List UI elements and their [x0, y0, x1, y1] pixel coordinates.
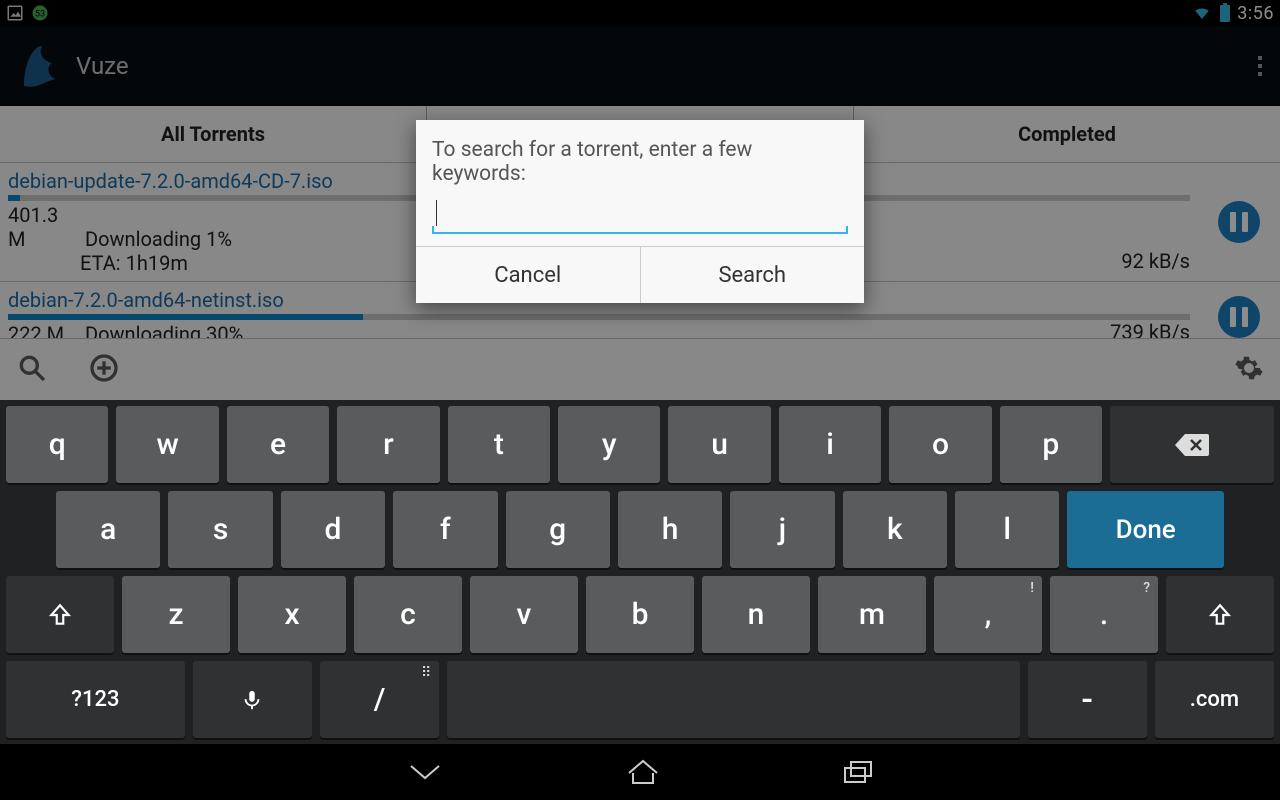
key-shift-left[interactable] [6, 576, 114, 653]
key-symbols[interactable]: ?123 [6, 661, 185, 738]
key-p[interactable]: p [1000, 406, 1102, 483]
key-i[interactable]: i [779, 406, 881, 483]
search-input[interactable] [432, 192, 848, 236]
key-x[interactable]: x [238, 576, 346, 653]
key-o[interactable]: o [889, 406, 991, 483]
key-e[interactable]: e [227, 406, 329, 483]
key-j[interactable]: j [730, 491, 834, 568]
key-voice[interactable] [193, 661, 312, 738]
nav-home-icon[interactable] [625, 757, 661, 787]
key-l[interactable]: l [955, 491, 1059, 568]
key-done[interactable]: Done [1067, 491, 1224, 568]
search-button[interactable]: Search [640, 247, 865, 303]
system-nav-bar [0, 744, 1280, 800]
key-space[interactable] [447, 661, 1019, 738]
cancel-button[interactable]: Cancel [416, 247, 640, 303]
key-shift-right[interactable] [1166, 576, 1274, 653]
key-f[interactable]: f [393, 491, 497, 568]
key-d[interactable]: d [281, 491, 385, 568]
key-dotcom[interactable]: .com [1155, 661, 1274, 738]
key-r[interactable]: r [337, 406, 439, 483]
key-a[interactable]: a [56, 491, 160, 568]
key-comma[interactable]: ,! [934, 576, 1042, 653]
key-w[interactable]: w [116, 406, 218, 483]
key-period[interactable]: .? [1050, 576, 1158, 653]
key-g[interactable]: g [506, 491, 610, 568]
key-t[interactable]: t [448, 406, 550, 483]
key-y[interactable]: y [558, 406, 660, 483]
key-slash[interactable]: /⠿ [320, 661, 439, 738]
key-q[interactable]: q [6, 406, 108, 483]
key-dash[interactable]: - [1028, 661, 1147, 738]
key-s[interactable]: s [168, 491, 272, 568]
key-k[interactable]: k [843, 491, 947, 568]
key-m[interactable]: m [818, 576, 926, 653]
key-c[interactable]: c [354, 576, 462, 653]
key-n[interactable]: n [702, 576, 810, 653]
key-u[interactable]: u [668, 406, 770, 483]
key-v[interactable]: v [470, 576, 578, 653]
key-backspace[interactable] [1110, 406, 1274, 483]
on-screen-keyboard: q w e r t y u i o p a s d f g h j k l Do… [0, 400, 1280, 744]
key-b[interactable]: b [586, 576, 694, 653]
search-dialog: To search for a torrent, enter a few key… [416, 120, 864, 303]
key-h[interactable]: h [618, 491, 722, 568]
dialog-prompt: To search for a torrent, enter a few key… [416, 120, 864, 192]
nav-back-icon[interactable] [405, 758, 445, 786]
key-z[interactable]: z [122, 576, 230, 653]
nav-recents-icon[interactable] [841, 758, 875, 786]
